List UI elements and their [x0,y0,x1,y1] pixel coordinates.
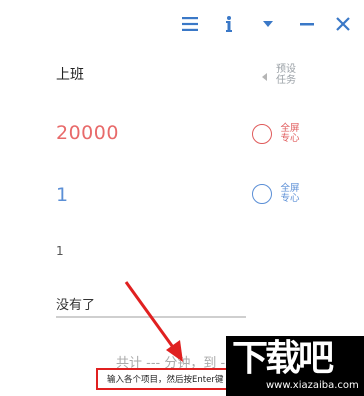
count-value[interactable]: 1 [56,244,64,258]
minimize-icon[interactable] [297,14,317,34]
radio-circle-icon [252,124,272,144]
task-title: 上班 [56,67,84,83]
caret-down-icon[interactable] [258,14,278,34]
watermark-url: www.xiazaiba.com [266,380,359,391]
info-icon[interactable] [219,14,239,34]
preset-task-label: 预设任务 [276,64,296,86]
fullscreen-focus-toggle-red[interactable]: 全屏专心 [252,124,300,144]
duration-row-red: 20000 全屏专心 [0,118,364,158]
hamburger-menu-icon[interactable] [180,14,200,34]
close-icon[interactable] [333,14,353,34]
item-input-row: 没有了 [0,292,364,320]
annotation-highlight-box: 输入各个项目，然后按Enter键 [96,368,242,390]
radio-circle-icon [252,184,272,204]
preset-task-button[interactable]: 预设任务 [262,64,297,86]
fullscreen-focus-toggle-blue[interactable]: 全屏专心 [252,184,300,204]
fullscreen-focus-label: 全屏专心 [280,183,300,204]
red-value[interactable]: 20000 [56,122,119,144]
site-watermark: 下载吧 www.xiazaiba.com [226,336,364,396]
blue-value[interactable]: 1 [56,184,68,206]
watermark-logo: 下载吧 [232,338,334,379]
input-hint: 输入各个项目，然后按Enter键 [107,375,224,385]
item-input[interactable]: 没有了 [56,294,95,313]
duration-row-blue: 1 全屏专心 [0,178,364,218]
fullscreen-focus-label: 全屏专心 [280,123,300,144]
title-bar [0,0,364,50]
task-title-row: 上班 预设任务 [0,60,364,90]
count-row: 1 [0,242,364,264]
input-underline [56,316,246,318]
caret-left-icon [262,66,267,85]
